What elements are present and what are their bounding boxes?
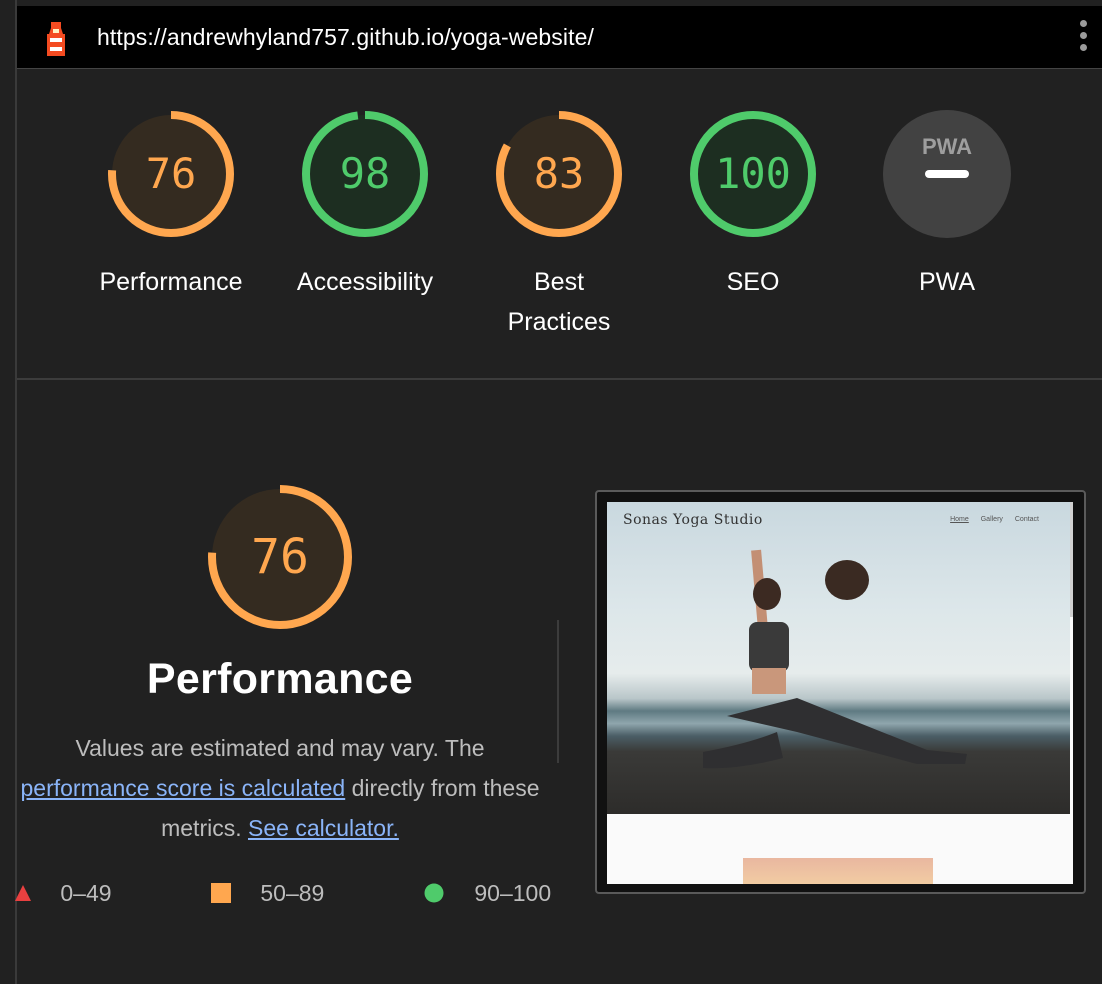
performance-title: Performance [146,655,414,703]
pwa-badge-icon: PWA [883,110,1011,238]
vertical-divider [557,620,559,763]
performance-big-ring: 76 [208,485,352,629]
score-legend: 0–49 50–89 90–100 [0,880,560,914]
kebab-menu-icon[interactable] [1078,20,1088,54]
best-practices-gauge-ring: 83 [496,111,622,237]
lighthouse-icon [47,22,65,56]
score-calculated-link[interactable]: performance score is calculated [20,775,345,801]
category-gauges: 76 Performance 98 Accessibility 83 Best P… [0,68,1102,379]
gauge-label-pwa: PWA [918,268,976,296]
lighthouse-report: https://andrewhyland757.github.io/yoga-w… [0,0,1102,984]
performance-description: Values are estimated and may vary. The p… [20,728,540,848]
accessibility-score: 98 [340,149,391,198]
yoga-hero-image [607,502,1070,814]
gauge-performance[interactable]: 76 Performance [86,108,256,302]
performance-score: 76 [146,149,197,198]
performance-summary-gauge: 76 [140,482,420,637]
section-divider [17,378,1102,380]
green-circle-icon [424,883,444,903]
thumbnail-card-image [743,858,933,884]
thumbnail-brand: Sonas Yoga Studio [623,512,763,528]
legend-average: 50–89 [210,880,324,907]
gauge-label-seo: SEO [726,268,780,296]
seo-gauge-ring: 100 [690,111,816,237]
red-triangle-icon [15,885,31,901]
gauge-label-performance: Performance [99,268,243,296]
gauge-seo[interactable]: 100 SEO [668,108,838,302]
url-bar: https://andrewhyland757.github.io/yoga-w… [17,6,1102,69]
gauge-label-accessibility: Accessibility [296,268,434,296]
seo-score: 100 [715,149,791,198]
performance-big-score: 76 [251,529,309,585]
description-text: Values are estimated and may vary. The [75,735,485,761]
gauge-pwa[interactable]: PWA PWA [862,108,1032,302]
gauge-accessibility[interactable]: 98 Accessibility [280,108,450,302]
see-calculator-link[interactable]: See calculator. [248,815,399,841]
gauge-label-best-practices: Best Practices [507,268,611,336]
screenshot-image: Sonas Yoga Studio Home Gallery Contact [607,502,1073,884]
final-screenshot-thumbnail[interactable]: Sonas Yoga Studio Home Gallery Contact [595,490,1086,894]
performance-gauge-ring: 76 [108,111,234,237]
legend-pass: 90–100 [424,880,551,907]
yoga-pose-figure [703,549,967,769]
accessibility-gauge-ring: 98 [302,111,428,237]
thumbnail-scrollbar [1070,502,1073,617]
legend-fail: 0–49 [14,880,112,907]
svg-text:PWA: PWA [922,134,972,159]
thumbnail-nav: Home Gallery Contact [950,516,1039,523]
best-practices-score: 83 [534,149,585,198]
gauge-best-practices[interactable]: 83 Best Practices [474,108,644,342]
report-url[interactable]: https://andrewhyland757.github.io/yoga-w… [97,24,594,51]
orange-square-icon [211,883,231,903]
